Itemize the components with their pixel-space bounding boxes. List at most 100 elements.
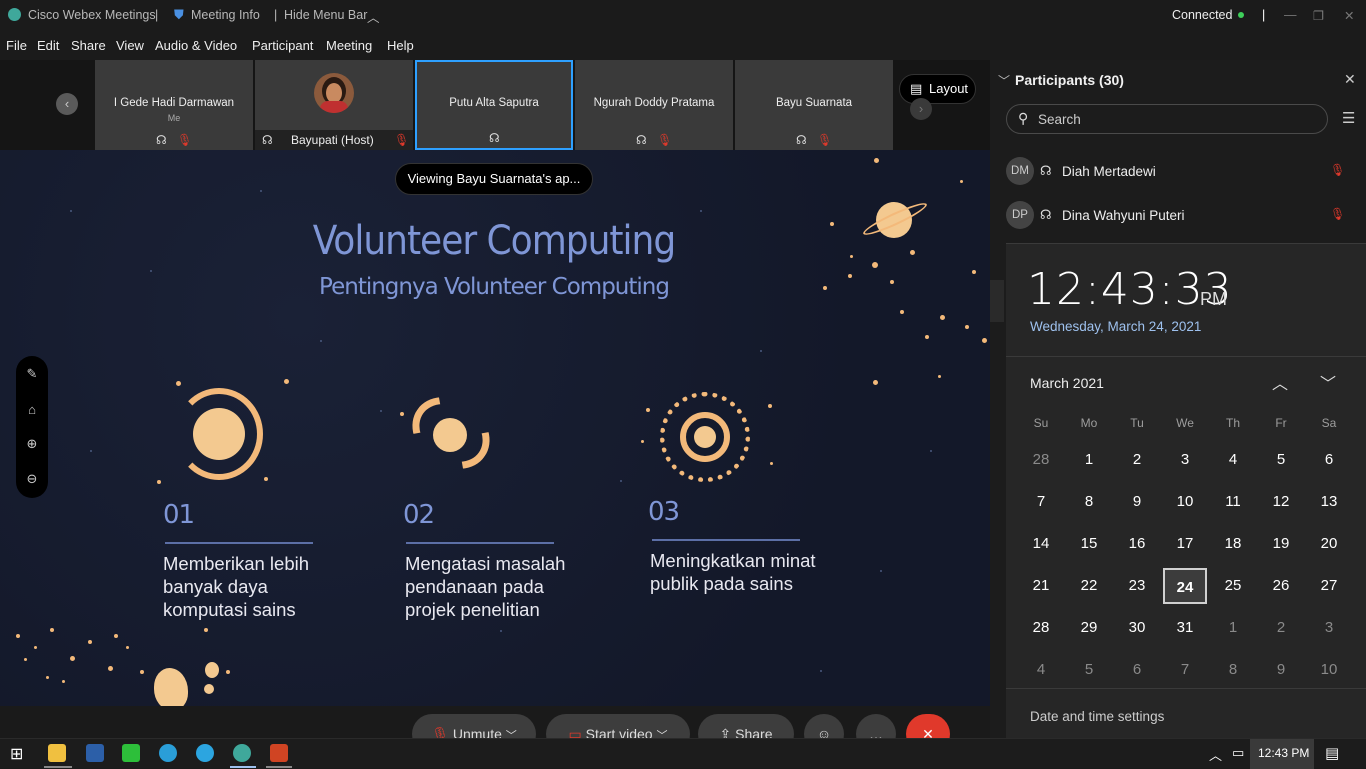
calendar-day[interactable]: 19: [1259, 526, 1303, 562]
menu-edit[interactable]: Edit: [37, 38, 59, 53]
calendar-day[interactable]: 28: [1019, 442, 1063, 478]
muted-mic-icon: 🎙: [657, 133, 673, 147]
muted-mic-icon[interactable]: 🎙: [1330, 207, 1345, 221]
search-placeholder: Search: [1038, 112, 1081, 127]
calendar-day[interactable]: 22: [1067, 568, 1111, 604]
participant-name[interactable]: Dina Wahyuni Puteri: [1062, 208, 1185, 223]
participant-name[interactable]: Diah Mertadewi: [1062, 164, 1156, 179]
calendar-day[interactable]: 29: [1067, 610, 1111, 646]
collapse-icon[interactable]: ﹀: [998, 72, 1010, 89]
calendar-day[interactable]: 31: [1163, 610, 1207, 646]
video-tile[interactable]: Bayu Suarnata ☊ 🎙: [735, 60, 893, 150]
calendar-day[interactable]: 5: [1259, 442, 1303, 478]
calendar-day[interactable]: 17: [1163, 526, 1207, 562]
chevron-up-icon[interactable]: ︿: [367, 7, 380, 26]
calendar-day[interactable]: 10: [1163, 484, 1207, 520]
scrollbar[interactable]: [990, 280, 1004, 322]
scroll-left-button[interactable]: ‹: [56, 93, 78, 115]
annotate-menu-icon[interactable]: ⌂: [16, 402, 48, 417]
search-input[interactable]: ⚲ Search: [1006, 104, 1328, 134]
calendar-day[interactable]: 8: [1211, 652, 1255, 688]
calendar-day[interactable]: 1: [1067, 442, 1111, 478]
weekday-header: Th: [1225, 416, 1240, 430]
video-tile[interactable]: I Gede Hadi Darmawan Me ☊ 🎙: [95, 60, 253, 150]
minimize-icon[interactable]: —: [1284, 8, 1297, 22]
calendar-day[interactable]: 6: [1115, 652, 1159, 688]
video-tile[interactable]: ☊ Bayupati (Host) 🎙: [255, 60, 413, 150]
menu-help[interactable]: Help: [387, 38, 414, 53]
menu-file[interactable]: File: [6, 38, 27, 53]
calendar-day[interactable]: 21: [1019, 568, 1063, 604]
calendar-day[interactable]: 24: [1163, 568, 1207, 604]
calendar-day[interactable]: 5: [1067, 652, 1111, 688]
muted-mic-icon[interactable]: 🎙: [1330, 163, 1345, 177]
calendar-day[interactable]: 30: [1115, 610, 1159, 646]
calendar-day[interactable]: 2: [1259, 610, 1303, 646]
pen-icon[interactable]: ✎: [16, 366, 48, 382]
edge-icon[interactable]: [159, 744, 177, 762]
hide-menu-bar-button[interactable]: Hide Menu Bar: [284, 8, 367, 22]
webex-icon[interactable]: [233, 744, 251, 762]
powerpoint-icon[interactable]: [270, 744, 288, 762]
chevron-up-icon[interactable]: ︿: [1272, 370, 1288, 394]
date-time-settings-link[interactable]: Date and time settings: [1030, 709, 1164, 724]
line-icon[interactable]: [122, 744, 140, 762]
calendar-day[interactable]: 11: [1211, 484, 1255, 520]
calendar-day[interactable]: 25: [1211, 568, 1255, 604]
menu-meeting[interactable]: Meeting: [326, 38, 372, 53]
calendar-day[interactable]: 1: [1211, 610, 1255, 646]
headset-icon: ☊: [489, 131, 500, 145]
windows-start-icon[interactable]: ⊞: [10, 744, 23, 764]
layout-button[interactable]: ▤ Layout: [899, 74, 976, 104]
calendar-day[interactable]: 27: [1307, 568, 1351, 604]
telegram-icon[interactable]: [196, 744, 214, 762]
month-label[interactable]: March 2021: [1030, 375, 1104, 391]
video-tile[interactable]: Ngurah Doddy Pratama ☊ 🎙: [575, 60, 733, 150]
calendar-day[interactable]: 15: [1067, 526, 1111, 562]
file-explorer-icon[interactable]: [48, 744, 66, 762]
calendar-day[interactable]: 7: [1019, 484, 1063, 520]
notifications-icon[interactable]: ▤: [1325, 744, 1339, 762]
visio-icon[interactable]: [86, 744, 104, 762]
clock-date[interactable]: Wednesday, March 24, 2021: [1030, 319, 1201, 334]
zoom-out-icon[interactable]: ⊖: [16, 471, 48, 487]
calendar-day[interactable]: 23: [1115, 568, 1159, 604]
calendar-day[interactable]: 13: [1307, 484, 1351, 520]
menu-audio-video[interactable]: Audio & Video: [155, 38, 237, 53]
calendar-day[interactable]: 3: [1307, 610, 1351, 646]
scroll-right-button[interactable]: ›: [910, 98, 932, 120]
sort-icon[interactable]: ☰: [1342, 109, 1355, 127]
close-window-icon[interactable]: ✕: [1344, 8, 1354, 23]
me-label: Me: [167, 113, 181, 123]
maximize-icon[interactable]: ❐: [1313, 8, 1324, 23]
chevron-up-icon[interactable]: ︿: [1209, 745, 1222, 764]
calendar-day[interactable]: 10: [1307, 652, 1351, 688]
calendar-day[interactable]: 9: [1115, 484, 1159, 520]
menu-view[interactable]: View: [116, 38, 144, 53]
menu-participant[interactable]: Participant: [252, 38, 313, 53]
calendar-day[interactable]: 26: [1259, 568, 1303, 604]
calendar-day[interactable]: 16: [1115, 526, 1159, 562]
meeting-info-button[interactable]: Meeting Info: [191, 8, 260, 22]
menu-share[interactable]: Share: [71, 38, 106, 53]
calendar-day[interactable]: 6: [1307, 442, 1351, 478]
calendar-day[interactable]: 20: [1307, 526, 1351, 562]
calendar-day[interactable]: 7: [1163, 652, 1207, 688]
calendar-day[interactable]: 12: [1259, 484, 1303, 520]
calendar-day[interactable]: 14: [1019, 526, 1063, 562]
calendar-day[interactable]: 9: [1259, 652, 1303, 688]
shield-icon: ⛊: [174, 7, 184, 22]
chevron-down-icon[interactable]: ﹀: [1320, 370, 1336, 394]
battery-icon[interactable]: ▭: [1232, 745, 1244, 761]
calendar-day[interactable]: 18: [1211, 526, 1255, 562]
calendar-day[interactable]: 4: [1211, 442, 1255, 478]
calendar-day[interactable]: 2: [1115, 442, 1159, 478]
calendar-day[interactable]: 3: [1163, 442, 1207, 478]
calendar-day[interactable]: 8: [1067, 484, 1111, 520]
calendar-day[interactable]: 28: [1019, 610, 1063, 646]
calendar-day[interactable]: 4: [1019, 652, 1063, 688]
close-panel-icon[interactable]: ✕: [1344, 71, 1356, 88]
video-tile-active-speaker[interactable]: Putu Alta Saputra ☊: [415, 60, 573, 150]
clock-button[interactable]: 12:43 PM: [1250, 739, 1314, 769]
zoom-in-icon[interactable]: ⊕: [16, 436, 48, 452]
